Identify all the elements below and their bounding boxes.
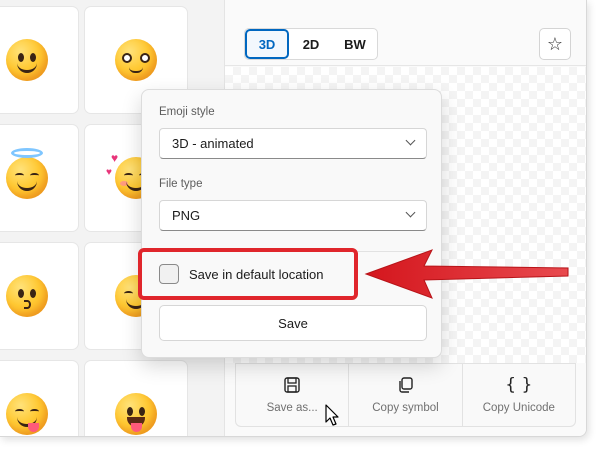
favorite-button[interactable]: ☆ [539,28,571,60]
style-toolbar: 3D 2D BW ☆ [225,0,586,66]
chevron-down-icon [405,135,416,146]
style-bw-button[interactable]: BW [333,29,377,59]
save-icon [283,376,301,394]
app-window: ♥ ♥ 3D 2D BW ☆ Save as... Copy symbol {… [0,0,587,437]
mouse-cursor-icon [325,404,339,426]
copy-symbol-label: Copy symbol [372,402,439,414]
emoji-style-value: 3D - animated [172,136,254,151]
annotation-arrow-icon [364,249,569,299]
style-2d-button[interactable]: 2D [289,29,333,59]
emoji-style-label: Emoji style [159,106,215,118]
file-type-dropdown[interactable]: PNG [159,200,427,231]
chevron-down-icon [405,207,416,218]
emoji-tile[interactable] [85,361,187,436]
action-bar: Save as... Copy symbol { } Copy Unicode [235,363,576,427]
face-with-glasses-icon [115,39,157,81]
star-outline-icon: ☆ [546,33,564,54]
style-segmented-control: 3D 2D BW [244,28,378,60]
face-savoring-food-icon [6,393,48,435]
emoji-tile[interactable] [0,125,78,231]
file-type-value: PNG [172,208,201,223]
smiling-face-with-halo-icon [6,148,48,199]
annotation-highlight-box [138,248,358,300]
save-as-label: Save as... [266,402,318,414]
copy-unicode-label: Copy Unicode [482,402,555,414]
file-type-label: File type [159,178,203,190]
style-3d-button[interactable]: 3D [245,29,289,59]
grinning-face-with-tongue-icon [115,393,157,435]
save-options-flyout: Emoji style 3D - animated File type PNG … [141,89,442,358]
copy-unicode-button[interactable]: { } Copy Unicode [463,364,575,426]
emoji-tile[interactable] [0,361,78,436]
emoji-style-dropdown[interactable]: 3D - animated [159,128,427,159]
emoji-tile[interactable] [0,243,78,349]
copy-icon [396,376,414,394]
smiling-face-icon [6,39,48,81]
emoji-tile[interactable] [0,7,78,113]
braces-icon: { } [505,375,533,395]
save-button[interactable]: Save [159,305,427,341]
copy-symbol-button[interactable]: Copy symbol [349,364,463,426]
kissing-face-icon [6,275,48,317]
